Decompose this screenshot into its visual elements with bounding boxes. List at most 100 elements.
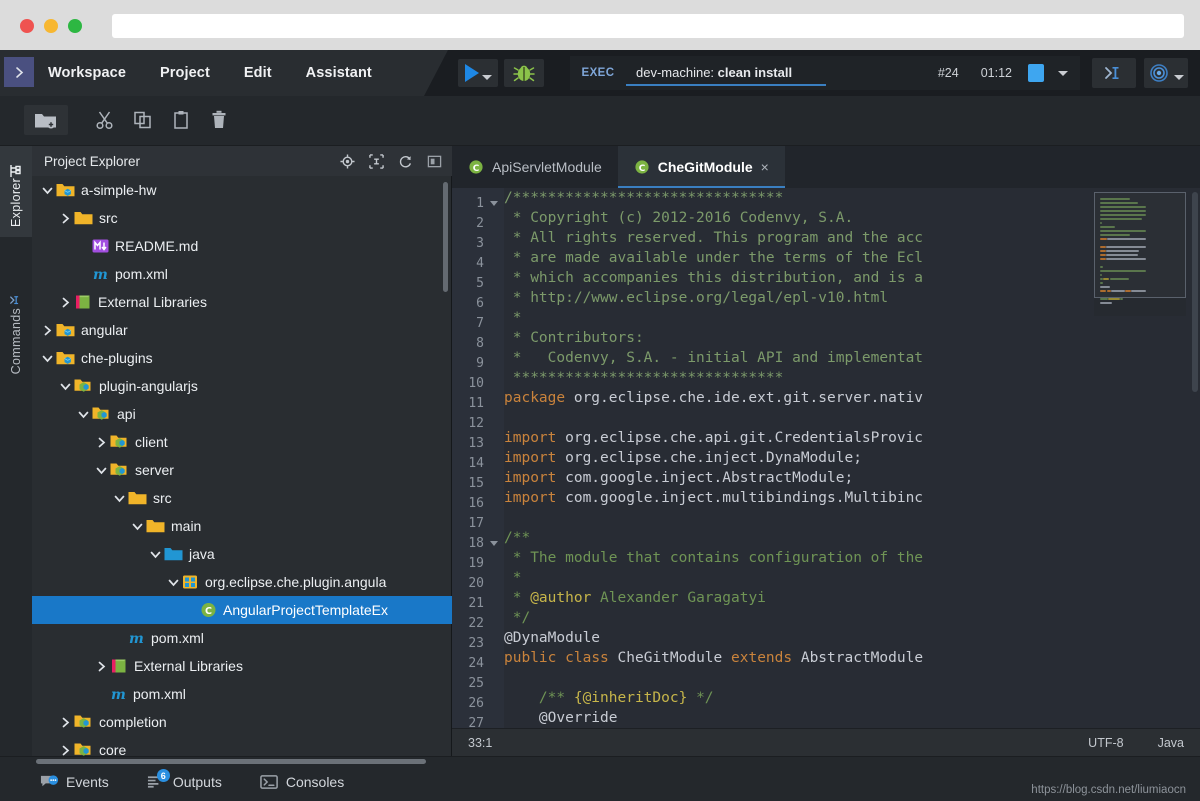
- tree-row[interactable]: src: [32, 204, 452, 232]
- code-token: @DynaModule: [504, 630, 600, 646]
- debug-button[interactable]: [504, 59, 544, 87]
- minimap-line: [1100, 266, 1103, 268]
- tree-row[interactable]: client: [32, 428, 452, 456]
- copy-button[interactable]: [130, 107, 156, 133]
- menu-project[interactable]: Project: [160, 65, 210, 81]
- fold-toggle-icon[interactable]: [490, 201, 498, 206]
- twisty-expanded-icon[interactable]: [166, 575, 180, 589]
- code-line: @DynaModule: [504, 628, 1200, 648]
- code-vertical-scrollbar[interactable]: [1192, 192, 1198, 392]
- code-token: com.google.inject.multibindings.Multibin…: [556, 490, 923, 506]
- menu-workspace[interactable]: Workspace: [48, 65, 126, 81]
- twisty-expanded-icon[interactable]: [40, 183, 54, 197]
- rail-tab-commands[interactable]: Commands: [0, 276, 32, 384]
- line-number: 14: [468, 454, 484, 474]
- maximize-button[interactable]: [68, 19, 82, 33]
- reveal-target-icon[interactable]: [340, 154, 355, 169]
- code-token: * are made available under the terms of …: [504, 250, 923, 266]
- twisty-collapsed-icon[interactable]: [58, 743, 72, 757]
- twisty-expanded-icon[interactable]: [94, 463, 108, 477]
- close-icon[interactable]: ×: [761, 159, 769, 175]
- code-token: *: [504, 590, 530, 606]
- twisty-expanded-icon[interactable]: [112, 491, 126, 505]
- edit-toolbar: [0, 96, 1200, 146]
- exec-dropdown-button[interactable]: [1058, 71, 1068, 76]
- close-button[interactable]: [20, 19, 34, 33]
- project-explorer-panel: Project Explorer: [32, 146, 452, 801]
- twisty-collapsed-icon[interactable]: [58, 211, 72, 225]
- tree-row[interactable]: plugin-angularjs: [32, 372, 452, 400]
- refresh-icon[interactable]: [398, 154, 413, 169]
- bottom-tab-consoles[interactable]: Consoles: [260, 774, 344, 790]
- code-area[interactable]: 1234567891011121314151617181920212223242…: [452, 188, 1200, 756]
- tree-row[interactable]: External Libraries: [32, 652, 452, 680]
- code-line: * Contributors:: [504, 328, 1200, 348]
- paste-button[interactable]: [168, 107, 194, 133]
- menu-assistant[interactable]: Assistant: [306, 65, 372, 81]
- tree-row-selected[interactable]: CAngularProjectTemplateEx: [32, 596, 452, 624]
- twisty-collapsed-icon[interactable]: [94, 435, 108, 449]
- minimize-button[interactable]: [44, 19, 58, 33]
- twisty-expanded-icon[interactable]: [148, 547, 162, 561]
- ide-root: Workspace Project Edit Assistant: [0, 50, 1200, 801]
- editor-status-bar: 33:1 UTF-8 Java: [452, 728, 1200, 756]
- twisty-collapsed-icon[interactable]: [58, 715, 72, 729]
- project-tree[interactable]: a-simple-hwsrcREADME.mdmpom.xmlExternal …: [32, 176, 452, 801]
- tree-row[interactable]: java: [32, 540, 452, 568]
- delete-button[interactable]: [206, 107, 232, 133]
- line-number: 19: [468, 554, 484, 574]
- menu-edit[interactable]: Edit: [244, 65, 272, 81]
- twisty-expanded-icon[interactable]: [58, 379, 72, 393]
- new-folder-button[interactable]: [24, 105, 68, 135]
- exec-status-panel[interactable]: EXEC dev-machine: clean install #24 01:1…: [570, 56, 1080, 90]
- tree-row[interactable]: org.eclipse.che.plugin.angula: [32, 568, 452, 596]
- code-token: * Copyright (c) 2012-2016 Codenvy, S.A.: [504, 210, 853, 226]
- tree-item-label: AngularProjectTemplateEx: [223, 602, 388, 618]
- tree-row[interactable]: server: [32, 456, 452, 484]
- preferences-target-button[interactable]: [1144, 58, 1188, 88]
- tree-row[interactable]: mpom.xml: [32, 680, 452, 708]
- tree-row[interactable]: completion: [32, 708, 452, 736]
- caret-down-icon: [1058, 71, 1068, 76]
- rail-tab-explorer[interactable]: Explorer: [0, 146, 32, 237]
- stop-square-icon[interactable]: [1028, 64, 1044, 82]
- tree-item-icon: [74, 378, 93, 394]
- collapse-all-icon[interactable]: [369, 154, 384, 169]
- tree-row[interactable]: src: [32, 484, 452, 512]
- tree-row[interactable]: che-plugins: [32, 344, 452, 372]
- watermark-text: https://blog.csdn.net/liumiaocn: [1031, 784, 1186, 796]
- address-bar[interactable]: [112, 14, 1184, 38]
- editor-tab[interactable]: CApiServletModule: [452, 146, 618, 188]
- twisty-collapsed-icon[interactable]: [40, 323, 54, 337]
- twisty-expanded-icon[interactable]: [76, 407, 90, 421]
- code-minimap[interactable]: [1094, 192, 1186, 316]
- run-button[interactable]: [458, 59, 498, 87]
- explorer-scrollbar[interactable]: [443, 182, 448, 292]
- tree-row[interactable]: mpom.xml: [32, 260, 452, 288]
- fold-toggle-icon[interactable]: [490, 541, 498, 546]
- tree-row[interactable]: api: [32, 400, 452, 428]
- editor-tab[interactable]: CCheGitModule×: [618, 146, 785, 188]
- tree-row[interactable]: mpom.xml: [32, 624, 452, 652]
- tree-row[interactable]: a-simple-hw: [32, 176, 452, 204]
- tree-row[interactable]: External Libraries: [32, 288, 452, 316]
- code-token: /**: [504, 690, 574, 706]
- bottom-panel-scrollbar[interactable]: [36, 759, 426, 764]
- outputs-badge: 6: [157, 769, 170, 782]
- twisty-collapsed-icon[interactable]: [58, 295, 72, 309]
- twisty-expanded-icon[interactable]: [130, 519, 144, 533]
- sidebar-toggle-button[interactable]: [4, 57, 34, 87]
- code-token: *******************************: [504, 370, 783, 386]
- terminal-button[interactable]: [1092, 58, 1136, 88]
- minimap-line: [1100, 210, 1146, 212]
- code-token: @Override: [504, 710, 618, 726]
- twisty-collapsed-icon[interactable]: [94, 659, 108, 673]
- bottom-tab-outputs[interactable]: 6 Outputs: [147, 774, 222, 790]
- cut-button[interactable]: [92, 107, 118, 133]
- tree-row[interactable]: main: [32, 512, 452, 540]
- tree-row[interactable]: README.md: [32, 232, 452, 260]
- toggle-panel-icon[interactable]: [427, 154, 442, 169]
- bottom-tab-events[interactable]: Events: [40, 774, 109, 790]
- twisty-expanded-icon[interactable]: [40, 351, 54, 365]
- tree-row[interactable]: angular: [32, 316, 452, 344]
